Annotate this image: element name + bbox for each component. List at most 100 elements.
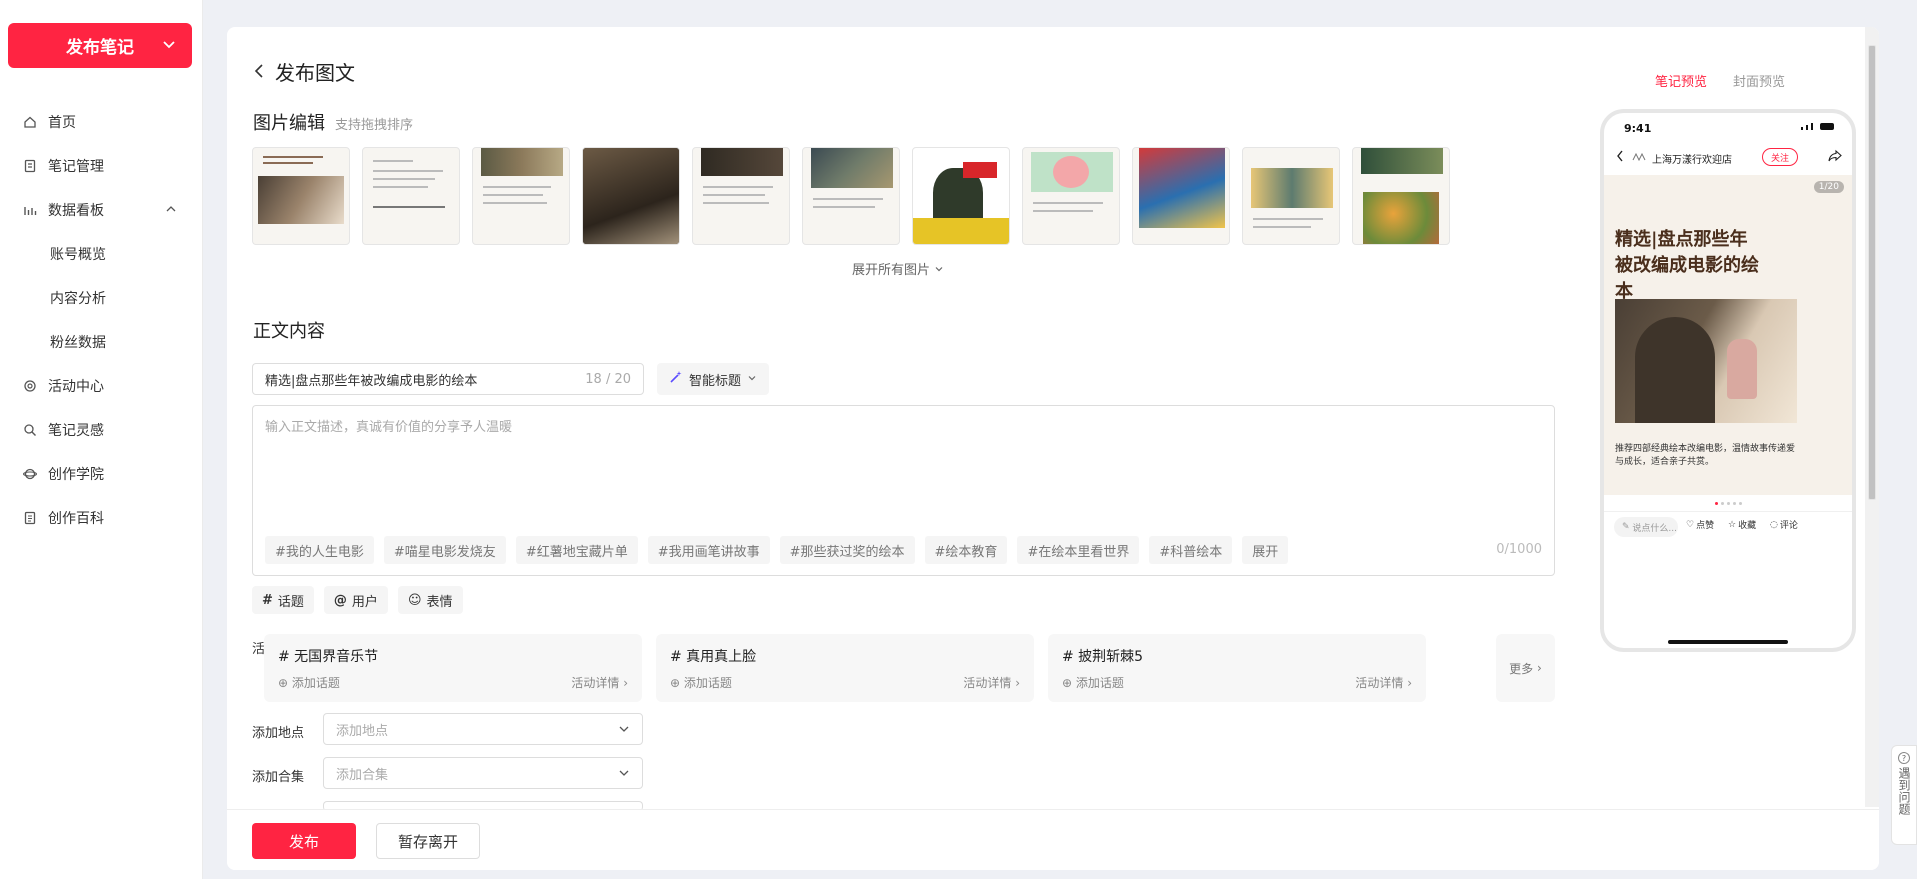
tag-chip[interactable]: #绘本教育 <box>924 536 1008 564</box>
body-placeholder: 输入正文描述，真诚有价值的分享予人温暖 <box>265 420 513 435</box>
activity-name: # 披荆斩棘5 <box>1062 649 1144 665</box>
chevron-down-icon <box>934 263 944 278</box>
smiley-icon: ☺ <box>407 592 422 608</box>
image-thumbnail[interactable] <box>472 147 570 245</box>
scrollbar-thumb[interactable] <box>1868 45 1876 500</box>
sidebar-item-dashboard[interactable]: 数据看板 <box>0 188 203 232</box>
tag-chip[interactable]: #在绘本里看世界 <box>1017 536 1140 564</box>
sidebar-item-wiki[interactable]: 创作百科 <box>0 496 203 540</box>
share-icon <box>1828 149 1842 166</box>
sidebar-item-inspiration[interactable]: 笔记灵感 <box>0 408 203 452</box>
footer-bar: 发布 暂存离开 <box>227 809 1879 870</box>
image-thumbnail[interactable] <box>692 147 790 245</box>
more-activities-button[interactable]: 更多 › <box>1496 634 1555 702</box>
sidebar-item-academy[interactable]: 创作学院 <box>0 452 203 496</box>
tag-chip[interactable]: #喵星电影发烧友 <box>383 536 506 564</box>
sidebar-item-label: 数据看板 <box>48 203 104 219</box>
tag-chip[interactable]: #我的人生电影 <box>265 536 374 564</box>
tag-chip[interactable]: #我用画笔讲故事 <box>647 536 770 564</box>
image-thumbnail[interactable] <box>252 147 350 245</box>
scrollbar[interactable] <box>1865 27 1879 807</box>
editor-toolbar: # 话题 @ 用户 ☺ 表情 <box>252 586 463 614</box>
tag-chip[interactable]: #红薯地宝藏片单 <box>515 536 638 564</box>
back-icon[interactable] <box>253 60 265 84</box>
page-indicator: 1/20 <box>1813 181 1844 193</box>
chevron-up-icon[interactable] <box>165 203 177 219</box>
tag-chip[interactable]: #科普绘本 <box>1149 536 1233 564</box>
location-select[interactable]: 添加地点 <box>323 713 643 745</box>
activity-card[interactable]: # 无国界音乐节 ⊕ 添加话题 活动详情 › <box>264 634 642 702</box>
publish-note-button[interactable]: 发布笔记 <box>8 23 192 68</box>
sidebar-item-activity-center[interactable]: 活动中心 <box>0 364 203 408</box>
inspiration-icon <box>22 422 38 438</box>
expand-images-link[interactable]: 展开所有图片 <box>852 259 944 278</box>
sidebar-item-notes[interactable]: 笔记管理 <box>0 144 203 188</box>
sidebar-item-label: 活动中心 <box>48 379 104 395</box>
publish-button[interactable]: 发布 <box>252 823 356 859</box>
image-thumbnail[interactable] <box>1022 147 1120 245</box>
publish-panel: 发布图文 图片编辑 支持拖拽排序 展开所有图片 正文内容 精选|盘点那些年被改编… <box>227 27 1879 870</box>
add-topic-link[interactable]: ⊕ 添加话题 <box>1062 674 1124 691</box>
sidebar-item-label: 内容分析 <box>50 291 106 307</box>
image-thumbnail[interactable] <box>1132 147 1230 245</box>
activity-name: # 真用真上脸 <box>670 649 757 665</box>
add-topic-label: 添加话题 <box>291 676 340 690</box>
image-thumbnail[interactable] <box>802 147 900 245</box>
note-icon <box>22 158 38 174</box>
add-topic-label: 添加话题 <box>1075 676 1124 690</box>
more-activities-label: 更多 <box>1509 661 1534 676</box>
location-placeholder: 添加地点 <box>336 723 389 739</box>
activity-card[interactable]: # 披荆斩棘5 ⊕ 添加话题 活动详情 › <box>1048 634 1426 702</box>
tab-note-preview[interactable]: 笔记预览 <box>1655 71 1707 90</box>
image-thumbnail[interactable] <box>1352 147 1450 245</box>
help-button[interactable]: ? 遇到问题 <box>1891 745 1917 845</box>
add-topic-link[interactable]: ⊕ 添加话题 <box>278 674 340 691</box>
preview-tabs: 笔记预览 封面预览 <box>1655 71 1785 90</box>
sidebar-item-content-analysis[interactable]: 内容分析 <box>0 276 203 320</box>
question-icon: ? <box>1898 752 1910 764</box>
tab-cover-preview[interactable]: 封面预览 <box>1733 71 1785 90</box>
sidebar-item-account-overview[interactable]: 账号概览 <box>0 232 203 276</box>
collection-select[interactable]: 添加合集 <box>323 757 643 789</box>
smart-title-button[interactable]: 智能标题 <box>657 363 770 395</box>
chevron-down-icon[interactable] <box>162 37 176 51</box>
chevron-down-icon <box>618 723 630 739</box>
chart-icon <box>22 202 38 218</box>
activity-detail-link[interactable]: 活动详情 › <box>963 674 1020 691</box>
image-thumbnail[interactable] <box>362 147 460 245</box>
emoji-button[interactable]: ☺ 表情 <box>397 586 463 614</box>
activity-detail-link[interactable]: 活动详情 › <box>571 674 628 691</box>
chevron-down-icon <box>747 372 757 387</box>
activity-card[interactable]: # 真用真上脸 ⊕ 添加话题 活动详情 › <box>656 634 1034 702</box>
topic-button[interactable]: # 话题 <box>252 586 314 614</box>
sidebar-item-fan-data[interactable]: 粉丝数据 <box>0 320 203 364</box>
add-topic-link[interactable]: ⊕ 添加话题 <box>670 674 732 691</box>
image-thumbnail[interactable] <box>582 147 680 245</box>
activity-detail-link[interactable]: 活动详情 › <box>1355 674 1412 691</box>
mention-user-button[interactable]: @ 用户 <box>323 586 388 614</box>
chevron-down-icon <box>618 767 630 783</box>
title-input[interactable]: 精选|盘点那些年被改编成电影的绘本 18 / 20 <box>252 363 644 395</box>
academy-icon <box>22 466 38 482</box>
collect-label: 收藏 <box>1738 521 1757 531</box>
image-thumbnail[interactable] <box>1242 147 1340 245</box>
image-thumbnail[interactable] <box>912 147 1010 245</box>
expand-tags-button[interactable]: 展开 <box>1242 536 1289 564</box>
comment-action: ◌ 评论 <box>1770 518 1798 532</box>
carousel-dot-active <box>1714 502 1718 505</box>
save-draft-button[interactable]: 暂存离开 <box>376 823 480 859</box>
add-topic-label: 添加话题 <box>683 676 732 690</box>
emoji-label: 表情 <box>426 594 453 610</box>
sidebar-item-label: 粉丝数据 <box>50 335 106 351</box>
author-name: 上海万漾行欢迎店 <box>1652 155 1732 166</box>
like-label: 点赞 <box>1696 521 1715 531</box>
magic-wand-icon <box>669 370 683 388</box>
activity-detail-label: 活动详情 <box>571 676 620 690</box>
cover-caption: 推荐四部经典绘本改编电影，温情故事传递爱与成长，适合亲子共赏。 <box>1615 444 1796 467</box>
body-textarea[interactable]: 输入正文描述，真诚有价值的分享予人温暖 #我的人生电影 #喵星电影发烧友 #红薯… <box>252 405 1555 576</box>
wiki-icon <box>22 510 38 526</box>
tag-chip[interactable]: #那些获过奖的绘本 <box>779 536 915 564</box>
carousel-dot <box>1738 502 1742 505</box>
image-section-label: 图片编辑 <box>253 113 325 134</box>
sidebar-item-home[interactable]: 首页 <box>0 100 203 144</box>
